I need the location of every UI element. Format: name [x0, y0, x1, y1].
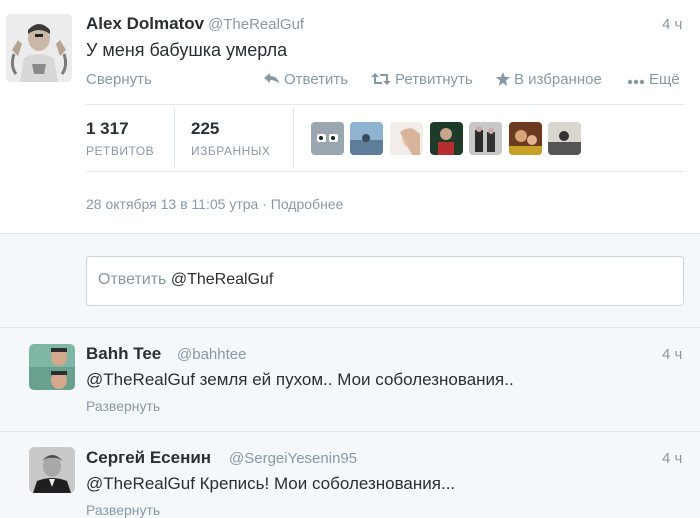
- favoriter-avatar[interactable]: [469, 122, 502, 155]
- reply-composer-area: Ответить @TheRealGuf: [0, 233, 700, 328]
- favoriter-avatar[interactable]: [350, 122, 383, 155]
- favoriter-avatar[interactable]: [311, 122, 344, 155]
- reply-tweet[interactable]: Bahh Tee @bahhtee 4 ч @TheRealGuf земля …: [0, 328, 700, 432]
- reply-author-avatar[interactable]: [29, 447, 75, 493]
- collapse-link[interactable]: Свернуть: [86, 71, 152, 88]
- favorites-count[interactable]: 225: [191, 119, 219, 139]
- stats-top-divider: [86, 104, 684, 105]
- reply-arrow-icon: [264, 72, 280, 87]
- favoriter-avatar[interactable]: [548, 122, 581, 155]
- reply-author-avatar[interactable]: [29, 344, 75, 390]
- reply-author-handle[interactable]: @SergeiYesenin95: [229, 450, 357, 467]
- retweet-label: Ретвитнуть: [395, 71, 473, 88]
- retweets-count[interactable]: 1 317: [86, 119, 129, 139]
- dots-icon: [627, 73, 645, 87]
- author-name[interactable]: Alex Dolmatov: [86, 14, 204, 34]
- author-avatar[interactable]: [6, 14, 72, 82]
- expand-link[interactable]: Развернуть: [86, 398, 160, 414]
- author-avatar-image: [6, 14, 72, 82]
- author-handle[interactable]: @TheRealGuf: [208, 16, 304, 33]
- reply-author-name[interactable]: Bahh Tee: [86, 344, 161, 364]
- reply-button[interactable]: Ответить: [264, 71, 348, 88]
- tweet-date[interactable]: 28 октября 13 в 11:05 утра: [86, 196, 258, 212]
- favorites-label: ИЗБРАННЫХ: [191, 144, 271, 158]
- reply-text: @TheRealGuf земля ей пухом.. Мои соболез…: [86, 370, 514, 389]
- favoriter-avatar[interactable]: [390, 122, 423, 155]
- expand-link[interactable]: Развернуть: [86, 502, 160, 518]
- tweet-date-line: 28 октября 13 в 11:05 утра · Подробнее: [86, 196, 343, 212]
- retweet-icon: [371, 72, 391, 87]
- stats-bottom-divider: [86, 171, 684, 172]
- reply-tweet[interactable]: Сергей Есенин @SergeiYesenin95 4 ч @TheR…: [0, 432, 700, 518]
- star-icon: [496, 71, 510, 88]
- favoriter-avatar[interactable]: [509, 122, 542, 155]
- reply-author-name[interactable]: Сергей Есенин: [86, 448, 211, 468]
- reply-time[interactable]: 4 ч: [662, 346, 682, 363]
- tweet-time[interactable]: 4 ч: [662, 16, 682, 33]
- reply-label: Ответить: [284, 71, 349, 88]
- main-tweet: Alex Dolmatov @TheRealGuf 4 ч У меня баб…: [0, 0, 700, 233]
- reply-input[interactable]: Ответить @TheRealGuf: [86, 256, 684, 306]
- favoriter-avatar[interactable]: [430, 122, 463, 155]
- stats-divider: [174, 108, 175, 168]
- date-separator: ·: [258, 196, 271, 212]
- details-link[interactable]: Подробнее: [271, 196, 344, 212]
- reply-placeholder: Ответить: [98, 271, 171, 288]
- collapse-label: Свернуть: [86, 71, 152, 88]
- favorite-label: В избранное: [514, 71, 602, 88]
- tweet-text: У меня бабушка умерла: [86, 40, 288, 60]
- retweet-button[interactable]: Ретвитнуть: [371, 71, 473, 88]
- favorite-button[interactable]: В избранное: [496, 71, 602, 88]
- reply-time[interactable]: 4 ч: [662, 450, 682, 467]
- reply-mention: @TheRealGuf: [170, 271, 274, 288]
- more-label: Ещё: [649, 71, 680, 88]
- retweets-label: РЕТВИТОВ: [86, 144, 155, 158]
- more-button[interactable]: Ещё: [627, 71, 680, 88]
- stats-divider: [293, 108, 294, 168]
- reply-author-handle[interactable]: @bahhtee: [177, 346, 246, 363]
- reply-text: @TheRealGuf Крепись! Мои соболезнования.…: [86, 474, 456, 493]
